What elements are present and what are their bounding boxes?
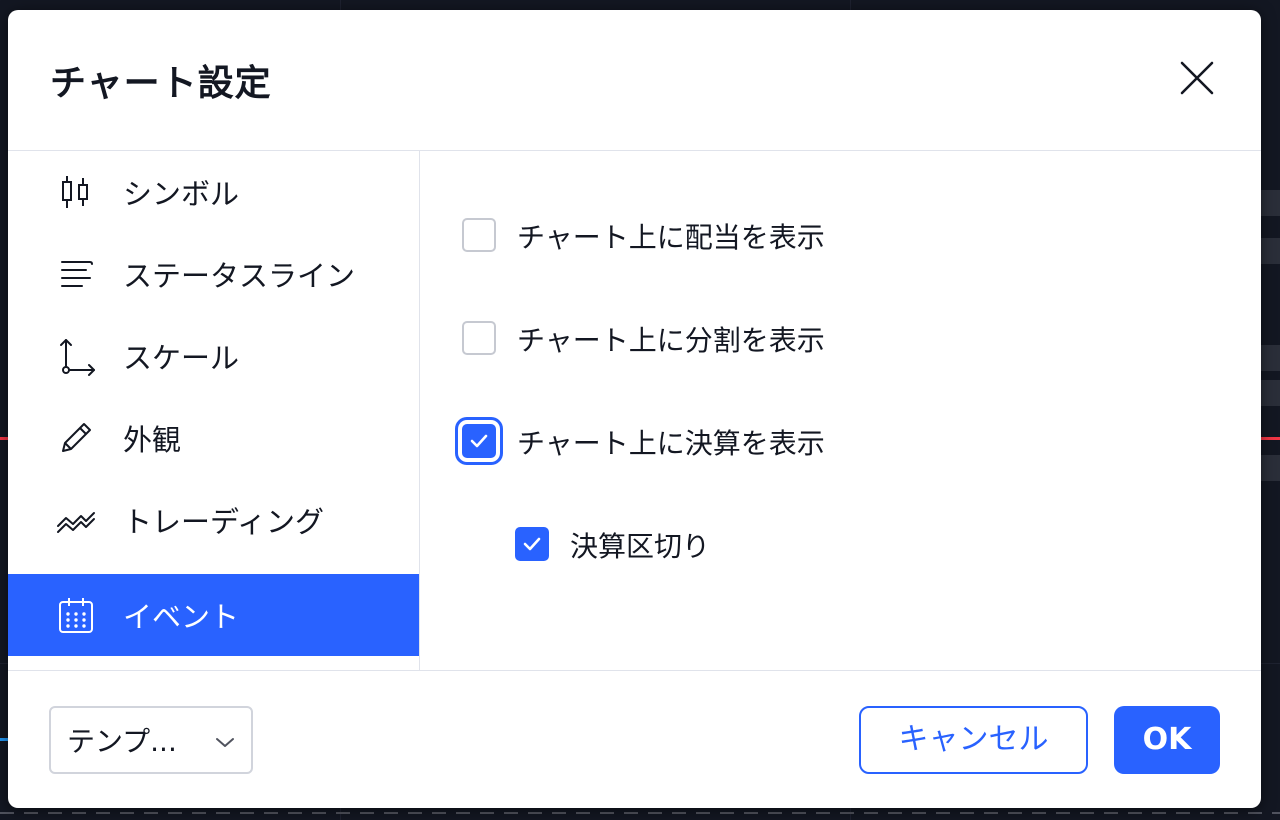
checkmark-icon bbox=[523, 537, 541, 551]
price-scale-cell bbox=[1260, 455, 1280, 481]
option-label: 決算区切り bbox=[570, 530, 711, 563]
dialog-header: チャート設定 bbox=[8, 10, 1261, 151]
price-line bbox=[0, 738, 8, 741]
option-label: チャート上に配当を表示 bbox=[517, 221, 825, 254]
ok-button[interactable]: OK bbox=[1114, 706, 1220, 774]
sidebar-item-events[interactable]: イベント bbox=[8, 574, 419, 656]
sidebar-item-label: スケール bbox=[123, 341, 240, 375]
price-scale-cell bbox=[1260, 190, 1280, 216]
sidebar-item-symbol[interactable]: シンボル bbox=[8, 151, 419, 233]
template-label: テンプ... bbox=[67, 725, 177, 758]
chart-settings-dialog: チャート設定 シンボル ステータスライン スケール 外観 トレーディング イベン… bbox=[8, 10, 1261, 808]
scale-axes-icon bbox=[56, 336, 96, 376]
sidebar-item-label: シンボル bbox=[123, 177, 240, 211]
dialog-title: チャート設定 bbox=[50, 63, 272, 104]
pencil-icon bbox=[56, 418, 96, 458]
template-dropdown[interactable]: テンプ... bbox=[49, 706, 253, 774]
price-scale-cell bbox=[1260, 345, 1280, 371]
close-button[interactable] bbox=[1177, 58, 1217, 98]
events-settings-panel: チャート上に配当を表示 チャート上に分割を表示 チャート上に決算を表示 決算区切… bbox=[420, 151, 1261, 670]
status-line-icon bbox=[56, 254, 96, 294]
sidebar-item-status-line[interactable]: ステータスライン bbox=[8, 233, 419, 315]
checkmark-icon bbox=[470, 434, 488, 448]
calendar-icon bbox=[56, 595, 96, 635]
sidebar-item-appearance[interactable]: 外観 bbox=[8, 397, 419, 479]
price-line bbox=[0, 437, 8, 440]
sidebar-item-scale[interactable]: スケール bbox=[8, 315, 419, 397]
price-scale-cell bbox=[1260, 238, 1280, 264]
show-earnings-checkbox[interactable] bbox=[462, 424, 496, 458]
cancel-button[interactable]: キャンセル bbox=[859, 706, 1088, 774]
show-splits-checkbox[interactable] bbox=[462, 321, 496, 355]
sidebar-item-label: イベント bbox=[123, 600, 240, 634]
dialog-footer: テンプ... キャンセル OK bbox=[8, 670, 1261, 808]
show-dividends-checkbox[interactable] bbox=[462, 218, 496, 252]
price-scale-cell bbox=[1260, 380, 1280, 406]
dashed-line bbox=[0, 812, 1280, 814]
chevron-down-icon bbox=[216, 738, 234, 747]
trading-icon bbox=[56, 500, 96, 540]
sidebar-item-label: ステータスライン bbox=[123, 259, 356, 293]
price-line bbox=[1260, 437, 1280, 440]
settings-sidebar: シンボル ステータスライン スケール 外観 トレーディング イベント bbox=[8, 151, 420, 670]
candlestick-icon bbox=[56, 172, 96, 212]
earnings-breaks-checkbox[interactable] bbox=[515, 527, 549, 561]
option-label: チャート上に分割を表示 bbox=[517, 324, 825, 357]
option-label: チャート上に決算を表示 bbox=[517, 427, 825, 460]
sidebar-item-trading[interactable]: トレーディング bbox=[8, 479, 419, 561]
sidebar-item-label: 外観 bbox=[123, 423, 182, 457]
close-icon bbox=[1180, 61, 1214, 95]
sidebar-item-label: トレーディング bbox=[123, 505, 324, 539]
